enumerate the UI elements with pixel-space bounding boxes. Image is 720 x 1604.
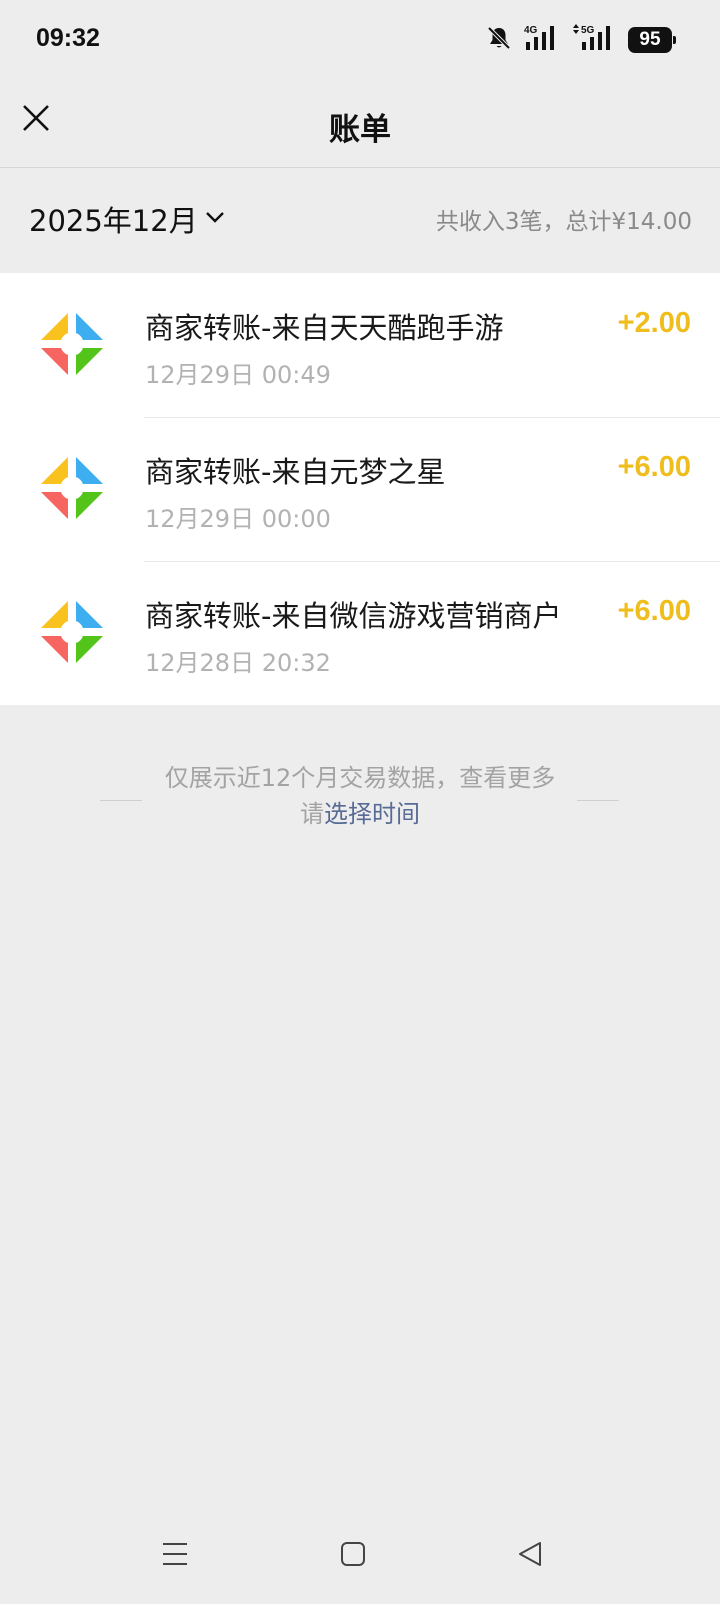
- page-title: 账单: [329, 112, 391, 148]
- month-header: 2025年12月 共收入3笔，总计¥14.00: [0, 168, 720, 273]
- income-summary: 共收入3笔，总计¥14.00: [435, 209, 692, 235]
- transaction-time: 12月29日 00:49: [145, 361, 331, 389]
- transaction-title: 商家转账-来自微信游戏营销商户: [145, 599, 562, 633]
- menu-icon: [161, 1540, 189, 1572]
- battery-icon: 95: [628, 27, 676, 53]
- nav-bar: 账单: [0, 82, 720, 168]
- transaction-title: 商家转账-来自元梦之星: [145, 455, 446, 489]
- bill-screen: 09:32 4G 5G 95 账单 2025年12月 共收入3笔，总计¥14.0…: [0, 0, 720, 1604]
- home-icon: [339, 1540, 367, 1572]
- back-icon: [516, 1540, 544, 1572]
- back-button[interactable]: [510, 1536, 550, 1576]
- svg-text:5G: 5G: [581, 25, 595, 36]
- transaction-item[interactable]: 商家转账-来自天天酷跑手游 12月29日 00:49 +2.00: [0, 273, 720, 417]
- system-nav-bar: [0, 1518, 720, 1604]
- select-time-link[interactable]: 选择时间: [324, 800, 420, 828]
- transaction-time: 12月28日 20:32: [145, 649, 331, 677]
- transaction-amount: +6.00: [617, 595, 691, 627]
- merchant-logo-icon: [38, 310, 106, 378]
- transaction-item[interactable]: 商家转账-来自微信游戏营销商户 12月28日 20:32 +6.00: [0, 561, 720, 705]
- chevron-down-icon: [204, 206, 226, 232]
- transaction-title: 商家转账-来自天天酷跑手游: [145, 311, 504, 345]
- signal-4g-icon: 4G: [524, 24, 560, 56]
- battery-level: 95: [639, 29, 661, 50]
- transaction-amount: +2.00: [617, 307, 691, 339]
- status-time: 09:32: [36, 24, 100, 52]
- svg-text:4G: 4G: [524, 25, 538, 36]
- month-selector[interactable]: 2025年12月: [29, 198, 226, 240]
- month-label: 2025年12月: [29, 204, 198, 238]
- recent-apps-button[interactable]: [155, 1536, 195, 1576]
- history-note: 仅展示近12个月交易数据，查看更多请选择时间: [0, 760, 720, 840]
- merchant-logo-icon: [38, 454, 106, 522]
- divider-left: [100, 800, 142, 801]
- transaction-time: 12月29日 00:00: [145, 505, 331, 533]
- divider-right: [577, 800, 619, 801]
- transaction-list: 商家转账-来自天天酷跑手游 12月29日 00:49 +2.00 商家转账-来自…: [0, 273, 720, 705]
- transaction-amount: +6.00: [617, 451, 691, 483]
- bell-muted-icon: [486, 25, 512, 55]
- history-note-text: 仅展示近12个月交易数据，查看更多请选择时间: [160, 760, 560, 832]
- home-button[interactable]: [333, 1536, 373, 1576]
- merchant-logo-icon: [38, 598, 106, 666]
- status-bar: 09:32 4G 5G 95: [0, 0, 720, 82]
- transaction-item[interactable]: 商家转账-来自元梦之星 12月29日 00:00 +6.00: [0, 417, 720, 561]
- status-icons: 4G 5G 95: [486, 24, 676, 56]
- signal-5g-icon: 5G: [572, 24, 616, 56]
